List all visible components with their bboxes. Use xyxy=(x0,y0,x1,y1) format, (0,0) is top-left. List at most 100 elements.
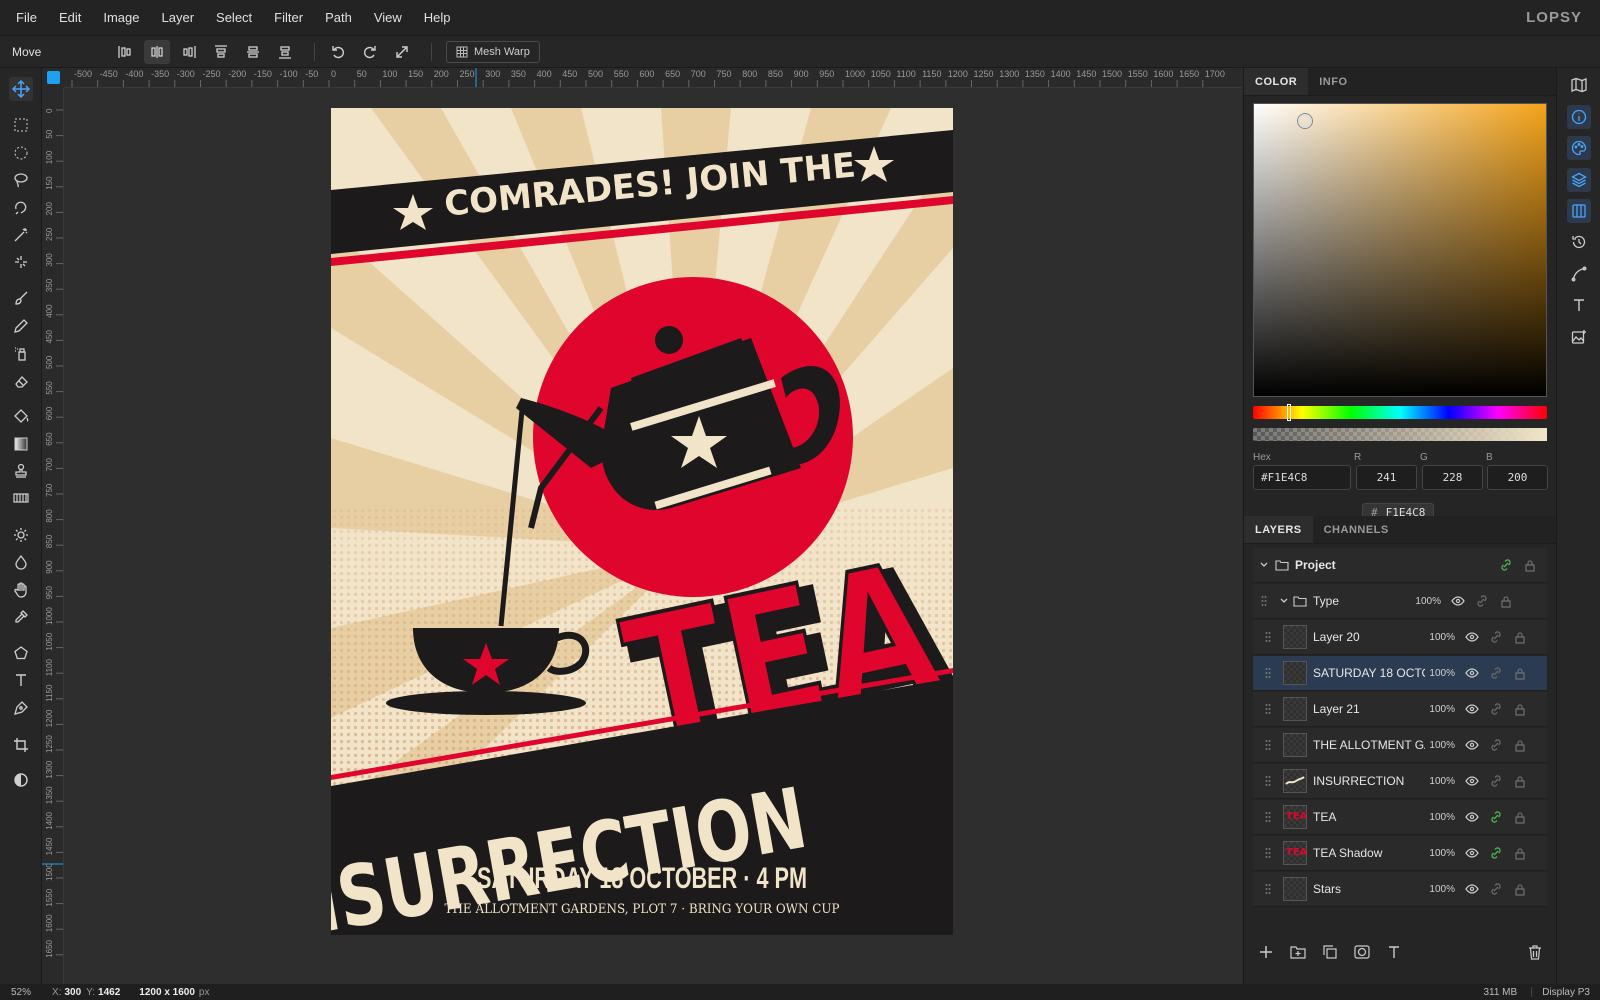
b-input[interactable]: 200 xyxy=(1487,465,1548,490)
link-icon[interactable] xyxy=(1487,844,1505,862)
history-panel-button[interactable] xyxy=(1567,230,1591,254)
link-icon[interactable] xyxy=(1487,880,1505,898)
canvas-area[interactable]: COMRADES! JOIN THE TEA TEA INSURRECTION … xyxy=(64,88,1242,984)
eye-icon[interactable] xyxy=(1463,808,1481,826)
layer-row[interactable]: Stars 100% xyxy=(1253,872,1547,907)
link-icon[interactable] xyxy=(1497,556,1515,574)
lock-icon[interactable] xyxy=(1511,736,1529,754)
character-panel-button[interactable] xyxy=(1567,293,1591,317)
paths-panel-button[interactable] xyxy=(1567,262,1591,286)
menu-image[interactable]: Image xyxy=(103,10,139,25)
link-icon[interactable] xyxy=(1487,808,1505,826)
saturation-value-picker[interactable] xyxy=(1253,103,1547,397)
lock-icon[interactable] xyxy=(1511,808,1529,826)
align-right-button[interactable] xyxy=(176,40,202,64)
layer-opacity[interactable]: 100% xyxy=(1425,884,1455,895)
lock-icon[interactable] xyxy=(1497,592,1515,610)
lasso-tool[interactable] xyxy=(9,168,33,192)
tab-color[interactable]: COLOR xyxy=(1244,68,1309,95)
layer-group-project[interactable]: Project xyxy=(1253,548,1547,583)
drag-handle-icon[interactable] xyxy=(1253,739,1283,751)
r-input[interactable]: 241 xyxy=(1356,465,1417,490)
hue-slider[interactable] xyxy=(1253,404,1547,421)
paint-bucket-tool[interactable] xyxy=(9,404,33,428)
eye-icon[interactable] xyxy=(1463,880,1481,898)
alpha-slider[interactable] xyxy=(1253,428,1547,441)
chevron-down-icon[interactable] xyxy=(1275,596,1293,606)
lock-icon[interactable] xyxy=(1511,664,1529,682)
dodge-tool[interactable] xyxy=(9,523,33,547)
menu-help[interactable]: Help xyxy=(424,10,451,25)
layer-opacity[interactable]: 100% xyxy=(1425,668,1455,679)
crop-tool[interactable] xyxy=(9,733,33,757)
layer-group-type[interactable]: Type 100% xyxy=(1253,584,1547,619)
ruler-origin-toggle[interactable] xyxy=(42,68,64,88)
link-icon[interactable] xyxy=(1487,664,1505,682)
eye-icon[interactable] xyxy=(1463,700,1481,718)
info-panel-button[interactable] xyxy=(1567,105,1591,129)
layer-row[interactable]: TEA TEA Shadow 100% xyxy=(1253,836,1547,871)
pattern-tool[interactable] xyxy=(9,486,33,510)
drag-handle-icon[interactable] xyxy=(1253,775,1283,787)
layer-row[interactable]: THE ALLOTMENT GARDENS, PLOT 7100% xyxy=(1253,728,1547,763)
layer-opacity[interactable]: 100% xyxy=(1425,704,1455,715)
gradient-tool[interactable] xyxy=(9,432,33,456)
drag-handle-icon[interactable] xyxy=(1253,703,1283,715)
layer-opacity[interactable]: 100% xyxy=(1425,812,1455,823)
link-icon[interactable] xyxy=(1487,628,1505,646)
drag-handle-icon[interactable] xyxy=(1253,883,1283,895)
hex-input[interactable]: #F1E4C8 xyxy=(1253,465,1351,490)
eye-icon[interactable] xyxy=(1463,736,1481,754)
layer-row[interactable]: INSURRECTION 100% xyxy=(1253,764,1547,799)
hue-slider-handle[interactable] xyxy=(1287,404,1291,421)
menu-file[interactable]: File xyxy=(16,10,37,25)
shape-tool[interactable] xyxy=(9,641,33,665)
link-icon[interactable] xyxy=(1487,772,1505,790)
lock-icon[interactable] xyxy=(1511,700,1529,718)
add-group-button[interactable] xyxy=(1286,940,1310,964)
menu-path[interactable]: Path xyxy=(325,10,352,25)
eyedropper-tool[interactable] xyxy=(9,605,33,629)
link-icon[interactable] xyxy=(1487,736,1505,754)
magic-wand-tool[interactable] xyxy=(9,223,33,247)
rect-select-tool[interactable] xyxy=(9,113,33,137)
chevron-down-icon[interactable] xyxy=(1253,560,1275,570)
eye-icon[interactable] xyxy=(1463,844,1481,862)
lock-icon[interactable] xyxy=(1511,880,1529,898)
eye-icon[interactable] xyxy=(1463,772,1481,790)
menu-filter[interactable]: Filter xyxy=(274,10,303,25)
magnetic-lasso-tool[interactable] xyxy=(9,195,33,219)
mask-layer-button[interactable] xyxy=(1350,940,1374,964)
ellipse-select-tool[interactable] xyxy=(9,141,33,165)
pencil-tool[interactable] xyxy=(9,314,33,338)
pen-tool[interactable] xyxy=(9,696,33,720)
eye-icon[interactable] xyxy=(1463,664,1481,682)
tab-info[interactable]: INFO xyxy=(1308,68,1358,95)
drag-handle-icon[interactable] xyxy=(1253,667,1283,679)
eye-icon[interactable] xyxy=(1449,592,1467,610)
menu-layer[interactable]: Layer xyxy=(162,10,195,25)
spray-tool[interactable] xyxy=(9,341,33,365)
link-icon[interactable] xyxy=(1473,592,1491,610)
rotate-ccw-button[interactable] xyxy=(325,40,351,64)
rotate-cw-button[interactable] xyxy=(357,40,383,64)
menu-view[interactable]: View xyxy=(374,10,402,25)
type-tool[interactable] xyxy=(9,668,33,692)
drag-handle-icon[interactable] xyxy=(1253,595,1275,607)
navigator-panel-button[interactable] xyxy=(1567,73,1591,97)
brush-tool[interactable] xyxy=(9,286,33,310)
drag-handle-icon[interactable] xyxy=(1253,631,1283,643)
zoom-level[interactable]: 52% xyxy=(11,987,45,998)
delete-layer-button[interactable] xyxy=(1523,940,1547,964)
g-input[interactable]: 228 xyxy=(1422,465,1483,490)
color-panel-button[interactable] xyxy=(1567,136,1591,160)
channels-panel-button[interactable] xyxy=(1567,199,1591,223)
blur-tool[interactable] xyxy=(9,550,33,574)
stamp-tool[interactable] xyxy=(9,459,33,483)
menu-select[interactable]: Select xyxy=(216,10,252,25)
layer-opacity[interactable]: 100% xyxy=(1425,776,1455,787)
image-panel-button[interactable] xyxy=(1567,325,1591,349)
align-center-h-button[interactable] xyxy=(144,39,170,64)
align-left-button[interactable] xyxy=(112,40,138,64)
quick-select-tool[interactable] xyxy=(9,250,33,274)
